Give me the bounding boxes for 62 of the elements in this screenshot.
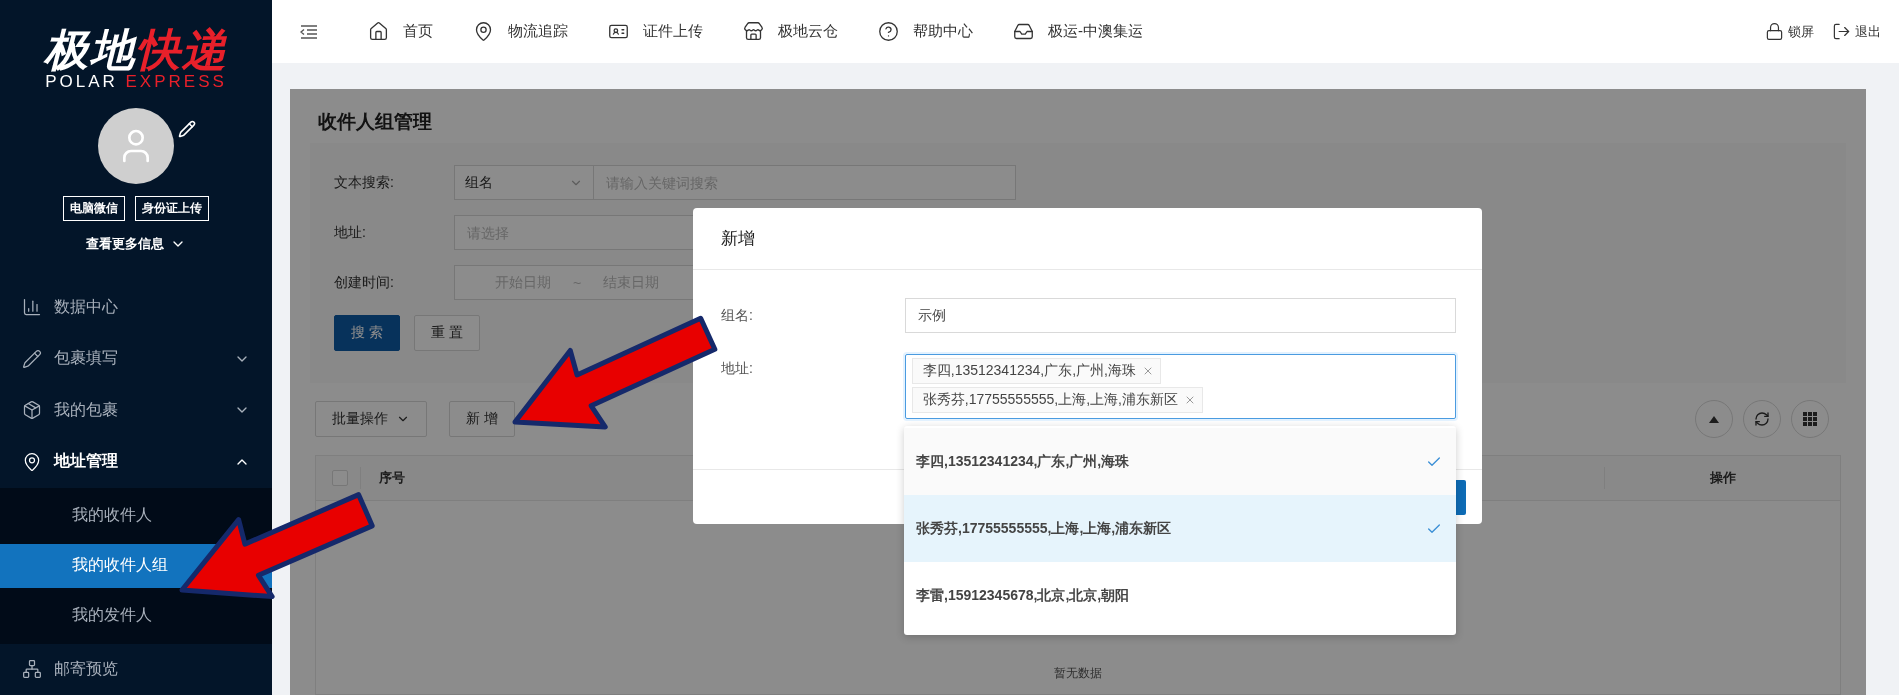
column-header: 序号 — [360, 467, 423, 489]
field-label: 组名: — [721, 306, 754, 325]
nav-link[interactable]: 证件上传 — [608, 21, 703, 42]
nav-link[interactable]: 极地云仓 — [743, 21, 838, 42]
menu-icon — [22, 348, 42, 369]
menu-icon — [22, 659, 42, 680]
sidebar-item[interactable]: 我的包裹 — [0, 384, 272, 437]
sidebar-subitem[interactable]: 我的收件人 — [0, 493, 272, 538]
group-name-field[interactable]: 示例 — [904, 298, 1456, 333]
refresh-icon — [1754, 411, 1770, 427]
address-tag[interactable]: 李四,13512341234,广东,广州,海珠 — [911, 358, 1161, 384]
more-info-link[interactable]: 查看更多信息 — [86, 235, 186, 254]
nav-icon — [743, 21, 764, 42]
nav-link[interactable]: 帮助中心 — [878, 21, 973, 42]
field-label: 地址: — [334, 223, 367, 242]
address-select[interactable]: 李四,13512341234,广东,广州,海珠 张秀芬,17755555555,上海,上海,浦东新区 — [904, 354, 1456, 419]
menu-icon — [22, 400, 42, 421]
sidebar-item[interactable]: 地址管理 — [0, 436, 272, 488]
search-type-select[interactable]: 组名 — [454, 165, 594, 200]
menu-icon — [22, 451, 42, 472]
field-label: 地址: — [721, 359, 754, 378]
collapse-menu-icon[interactable] — [300, 24, 318, 39]
edit-icon[interactable] — [178, 120, 196, 139]
nav-icon — [1013, 21, 1034, 42]
sidebar-item[interactable]: 邮寄预览 — [0, 643, 272, 695]
refresh-button[interactable] — [1743, 400, 1781, 438]
address-option[interactable]: 李四,13512341234,广东,广州,海珠 — [904, 428, 1456, 495]
address-tag[interactable]: 张秀芬,17755555555,上海,上海,浦东新区 — [911, 387, 1203, 413]
nav-icon — [473, 21, 494, 42]
field-label: 创建时间: — [334, 273, 395, 292]
triangle-up-icon — [1708, 414, 1720, 424]
collapse-button[interactable] — [1695, 400, 1733, 438]
sidebar-item[interactable]: 包裹填写 — [0, 333, 272, 385]
nav-icon — [878, 21, 899, 42]
dialog-title: 新增 — [693, 208, 1482, 270]
menu-icon — [22, 297, 42, 318]
empty-text: 暂无数据 — [1054, 665, 1102, 682]
profile-button[interactable]: 电脑微信 — [63, 196, 125, 222]
sidebar-subitem[interactable]: 我的发件人 — [0, 593, 272, 638]
address-option[interactable]: 李雷,15912345678,北京,北京,朝阳 — [904, 562, 1456, 629]
sidebar-item[interactable]: 数据中心 — [0, 281, 272, 334]
nav-link[interactable]: 物流追踪 — [473, 21, 568, 42]
logout-icon — [1832, 22, 1851, 41]
column-header: 操作 — [1604, 467, 1840, 489]
field-label: 文本搜索: — [334, 173, 395, 192]
search-button[interactable]: 搜 索 — [334, 315, 400, 351]
batch-dropdown[interactable]: 批量操作 — [315, 401, 427, 437]
grid-icon — [1802, 411, 1818, 427]
columns-button[interactable] — [1791, 400, 1829, 438]
lock-icon — [1765, 22, 1784, 41]
header-action[interactable]: 退出 — [1832, 22, 1881, 41]
profile-button[interactable]: 身份证上传 — [135, 196, 209, 222]
header-action[interactable]: 锁屏 — [1765, 22, 1814, 41]
logo-subtitle: POLAR EXPRESS — [45, 72, 227, 92]
reset-button[interactable]: 重 置 — [413, 315, 480, 351]
nav-link[interactable]: 极运-中澳集运 — [1013, 21, 1143, 42]
add-button[interactable]: 新 增 — [449, 401, 515, 437]
page-title: 收件人组管理 — [317, 110, 433, 134]
nav-icon — [368, 21, 389, 42]
logo-title: 极地快递 — [44, 28, 228, 72]
nav-link[interactable]: 首页 — [368, 21, 433, 42]
address-option[interactable]: 张秀芬,17755555555,上海,上海,浦东新区 — [904, 495, 1456, 562]
